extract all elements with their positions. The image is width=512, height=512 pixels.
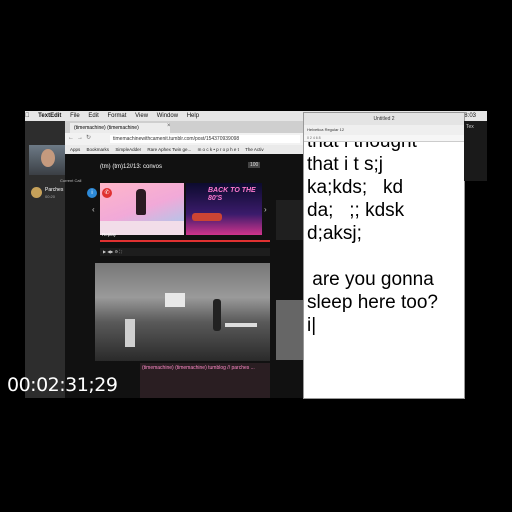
menu-edit[interactable]: Edit bbox=[88, 113, 98, 119]
bookmarks-bar: Apps Bookmarks SimpleAdder Rare Aphex Tw… bbox=[65, 145, 305, 154]
bookmark-item[interactable]: m o c k • p r o p h e t bbox=[198, 147, 239, 152]
menu-format[interactable]: Format bbox=[107, 113, 126, 119]
format-toolbar[interactable]: Helvetica Regular 12 bbox=[304, 125, 464, 135]
video-progress-bar[interactable] bbox=[100, 240, 270, 242]
menu-help[interactable]: Help bbox=[187, 113, 199, 119]
bookmark-item[interactable]: Bookmarks bbox=[87, 147, 110, 152]
carousel-prev-icon[interactable]: ‹ bbox=[92, 205, 95, 214]
video-thumbnail-1[interactable] bbox=[100, 183, 184, 235]
text-ruler[interactable]: 0 2 4 6 8 bbox=[304, 135, 464, 142]
back-arrow-icon[interactable]: ← bbox=[68, 135, 77, 141]
menu-file[interactable]: File bbox=[70, 113, 80, 119]
post-title: (tm) (tm)12//13: convos bbox=[100, 164, 163, 170]
tab-close-icon[interactable]: × bbox=[167, 123, 171, 129]
bottom-caption: (timemachine) (timemachine) tumblog // p… bbox=[142, 365, 255, 371]
text-line: that i t s;j bbox=[307, 154, 384, 175]
carousel-next-icon[interactable]: › bbox=[264, 205, 267, 214]
video-2-title: BACK TO THE 80'S bbox=[208, 187, 256, 202]
menu-view[interactable]: View bbox=[135, 113, 148, 119]
call-duration: 00:20 bbox=[45, 194, 56, 199]
call-info-button[interactable]: i bbox=[87, 188, 97, 198]
text-line: sleep here too? bbox=[307, 292, 438, 313]
gallery-photo[interactable] bbox=[95, 263, 270, 361]
reload-icon[interactable]: ↻ bbox=[86, 135, 94, 141]
video-timecode: 00:02:31;29 bbox=[7, 374, 118, 396]
nav-buttons[interactable]: ←→↻ bbox=[68, 134, 94, 141]
bookmark-item[interactable]: The Activ bbox=[245, 147, 264, 152]
text-line: ka;kds; kd bbox=[307, 177, 404, 198]
background-window-label: Tex bbox=[466, 124, 474, 130]
side-thumbnail[interactable] bbox=[276, 200, 304, 240]
textedit-title: Untitled 2 bbox=[304, 113, 464, 125]
bookmark-item[interactable]: Rare Aphex Twin ge... bbox=[147, 147, 191, 152]
current-call-label: Current Call bbox=[60, 178, 82, 183]
bookmark-item[interactable]: SimpleAdder bbox=[115, 147, 141, 152]
webcam-preview bbox=[29, 145, 67, 175]
menu-app-name[interactable]: TextEdit bbox=[38, 113, 61, 119]
likes-count[interactable]: 100 bbox=[248, 162, 261, 168]
end-call-button[interactable]: ✆ bbox=[102, 188, 112, 198]
car-graphic bbox=[192, 213, 222, 221]
text-line: are you gonna bbox=[307, 269, 434, 290]
textedit-document[interactable]: that i thought that i t s;j ka;kds; kd d… bbox=[307, 130, 461, 396]
video-controls[interactable]: ▶ ◀▶ ⚙ ⛶ bbox=[100, 248, 270, 256]
caller-name: Parches bbox=[45, 187, 64, 193]
caller-face bbox=[41, 149, 55, 167]
side-thumbnail[interactable] bbox=[276, 300, 304, 360]
browser-tab[interactable]: (timemachine) (timemachine) bbox=[70, 123, 170, 133]
forward-arrow-icon[interactable]: → bbox=[77, 135, 86, 141]
text-line: da; ;; kdsk bbox=[307, 200, 405, 221]
text-line: d;aksj; bbox=[307, 223, 362, 244]
video-thumbnail-2[interactable]: BACK TO THE 80'S bbox=[186, 183, 262, 235]
url-field[interactable]: timemachinewithcamenit.tumblr.com/post/1… bbox=[110, 135, 300, 143]
replay-label[interactable]: Replay bbox=[102, 232, 116, 237]
apple-menu-icon[interactable]:  bbox=[25, 113, 30, 119]
menu-window[interactable]: Window bbox=[157, 113, 178, 119]
bookmark-item[interactable]: Apps bbox=[70, 147, 80, 152]
text-cursor: | bbox=[311, 315, 317, 336]
background-window-edge bbox=[464, 121, 487, 181]
caller-avatar bbox=[31, 187, 42, 198]
